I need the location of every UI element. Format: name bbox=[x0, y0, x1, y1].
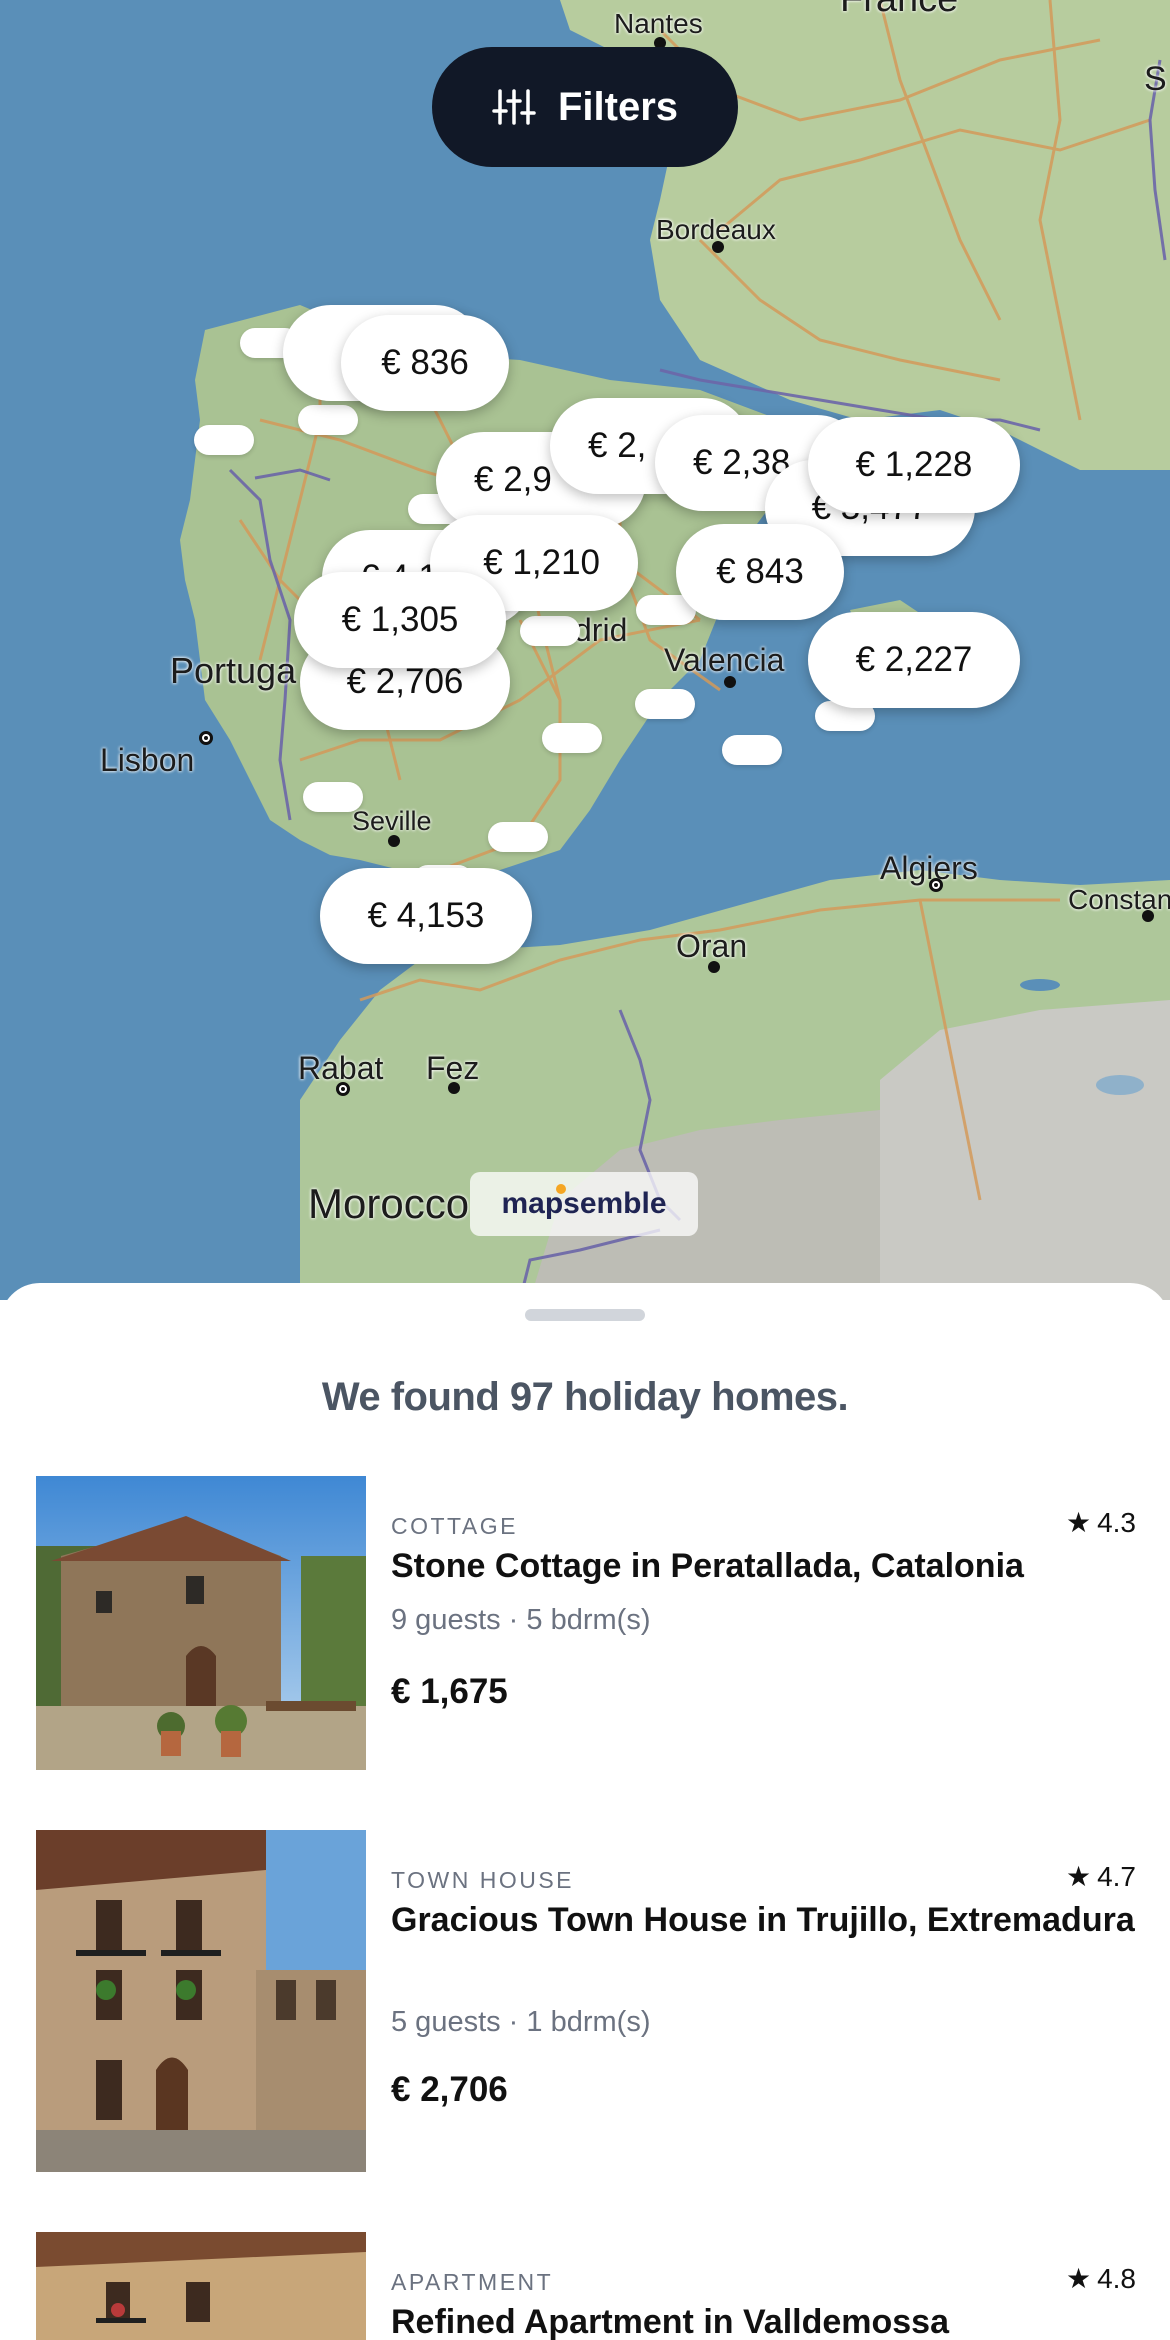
city-oran: Oran bbox=[676, 928, 748, 964]
capital-dot bbox=[199, 731, 213, 745]
city-valencia: Valencia bbox=[664, 642, 785, 678]
filters-button[interactable]: Filters bbox=[432, 47, 738, 167]
map-marker-small[interactable] bbox=[194, 425, 254, 455]
city-dot bbox=[712, 241, 724, 253]
listing-title[interactable]: Refined Apartment in Valldemossa bbox=[391, 2298, 1136, 2340]
apartment-photo bbox=[36, 2232, 366, 2340]
listing-card[interactable]: TOWN HOUSE ★ 4.7 Gracious Town House in … bbox=[36, 1830, 1136, 2172]
country-portugal: Portuga bbox=[170, 650, 297, 691]
map-marker-small[interactable] bbox=[303, 782, 363, 812]
listing-price: € 1,675 bbox=[391, 1672, 508, 1711]
map-marker-small[interactable] bbox=[635, 689, 695, 719]
city-madrid: drid bbox=[574, 612, 628, 648]
star-icon: ★ bbox=[1065, 2263, 1092, 2294]
price-marker[interactable]: € 843 bbox=[676, 524, 844, 620]
listing-price: € 2,706 bbox=[391, 2070, 508, 2109]
city-constantine: Constan bbox=[1068, 884, 1170, 915]
results-sheet[interactable]: We found 97 holiday homes. COTTAGE ★ 4.3… bbox=[0, 1283, 1170, 2340]
city-dot bbox=[1142, 910, 1154, 922]
listing-photo[interactable] bbox=[36, 1830, 366, 2172]
brand-dot-icon bbox=[556, 1184, 566, 1194]
listing-card[interactable]: APARTMENT ★ 4.8 Refined Apartment in Val… bbox=[36, 2232, 1136, 2340]
city-lisbon: Lisbon bbox=[100, 742, 195, 778]
listing-rating: ★ 4.7 bbox=[1066, 1860, 1136, 1893]
rating-value: 4.3 bbox=[1097, 1506, 1136, 1538]
map-marker-small[interactable] bbox=[520, 616, 580, 646]
rating-value: 4.8 bbox=[1097, 2262, 1136, 2294]
city-dot bbox=[388, 835, 400, 847]
price-marker[interactable]: € 1,305 bbox=[294, 572, 506, 668]
town-house-photo bbox=[36, 1830, 366, 2172]
listing-title[interactable]: Stone Cottage in Peratallada, Catalonia bbox=[391, 1542, 1136, 1590]
country-france: France bbox=[840, 0, 958, 21]
rating-value: 4.7 bbox=[1097, 1860, 1136, 1892]
city-dot bbox=[708, 961, 720, 973]
listing-rating: ★ 4.3 bbox=[1066, 1506, 1136, 1539]
listing-card[interactable]: COTTAGE ★ 4.3 Stone Cottage in Peratalla… bbox=[36, 1476, 1136, 1770]
city-dot bbox=[448, 1082, 460, 1094]
price-marker[interactable]: € 836 bbox=[341, 315, 509, 411]
listing-photo[interactable] bbox=[36, 2232, 366, 2340]
sliders-icon bbox=[492, 89, 536, 125]
map-brand-logo: mapsemble bbox=[470, 1172, 698, 1236]
map-marker-small[interactable] bbox=[488, 822, 548, 852]
map-marker-small[interactable] bbox=[298, 405, 358, 435]
capital-dot bbox=[929, 878, 943, 892]
listing-type: TOWN HOUSE bbox=[391, 1867, 575, 1893]
results-heading: We found 97 holiday homes. bbox=[321, 1375, 849, 1419]
map-brand-text: mapsemble bbox=[501, 1187, 667, 1220]
price-marker[interactable]: € 1,228 bbox=[808, 417, 1020, 513]
map-marker-small[interactable] bbox=[722, 735, 782, 765]
map-marker-small[interactable] bbox=[542, 723, 602, 753]
star-icon: ★ bbox=[1065, 1861, 1092, 1892]
city-partial: S bbox=[1144, 60, 1167, 98]
filters-label: Filters bbox=[557, 84, 679, 129]
listing-meta: 9 guests · 5 bdrm(s) bbox=[391, 1604, 651, 1636]
capital-dot bbox=[336, 1082, 350, 1096]
listing-title[interactable]: Gracious Town House in Trujillo, Extrema… bbox=[391, 1896, 1136, 1944]
price-marker[interactable]: € 2,227 bbox=[808, 612, 1020, 708]
price-marker[interactable]: € 4,153 bbox=[320, 868, 532, 964]
listing-type: COTTAGE bbox=[391, 1513, 518, 1539]
city-nantes: Nantes bbox=[614, 8, 703, 39]
cottage-photo bbox=[36, 1476, 366, 1770]
listing-type: APARTMENT bbox=[391, 2269, 554, 2295]
listing-meta: 5 guests · 1 bdrm(s) bbox=[391, 2006, 651, 2038]
map-view[interactable]: Nantes France S Bordeaux Portuga Lisbon … bbox=[0, 0, 1170, 1300]
city-dot bbox=[724, 676, 736, 688]
listing-photo[interactable] bbox=[36, 1476, 366, 1770]
city-seville: Seville bbox=[352, 806, 432, 836]
star-icon: ★ bbox=[1065, 1507, 1092, 1538]
sheet-drag-handle[interactable] bbox=[525, 1309, 645, 1321]
listing-rating: ★ 4.8 bbox=[1066, 2262, 1136, 2295]
country-morocco: Morocco bbox=[308, 1180, 470, 1227]
